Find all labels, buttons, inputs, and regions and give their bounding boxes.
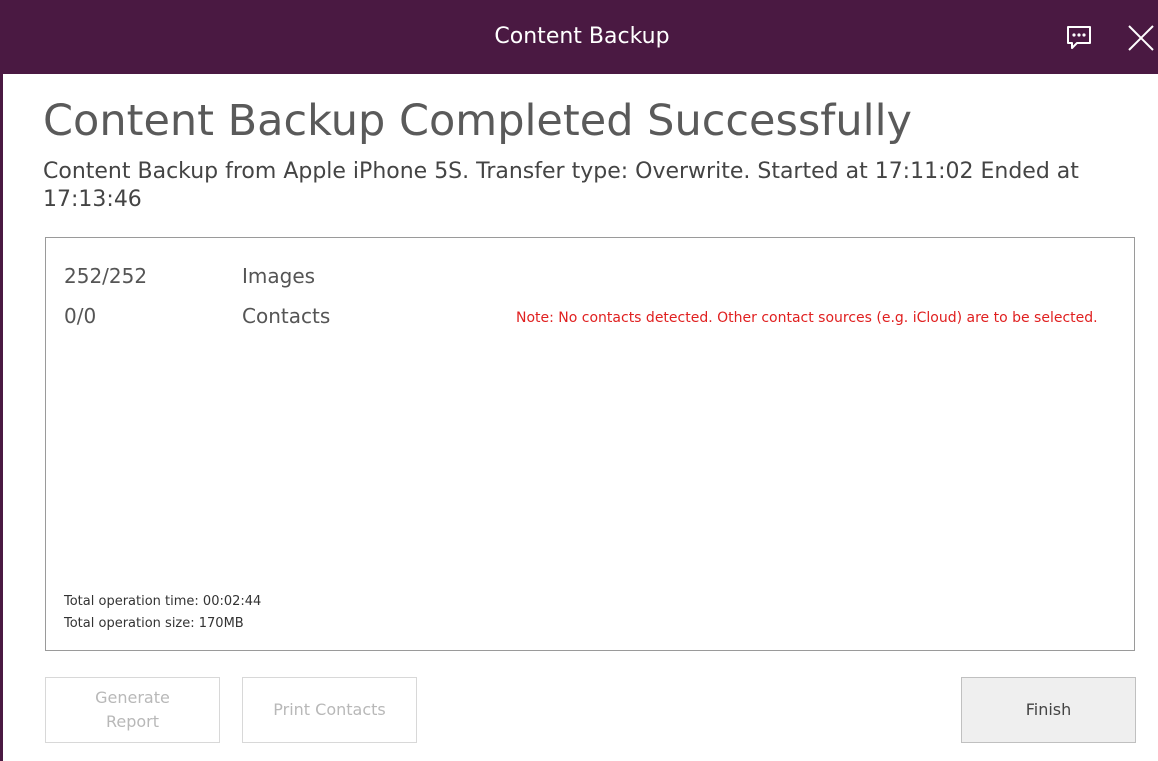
- operation-totals: Total operation time: 00:02:44 Total ope…: [64, 591, 261, 635]
- title-bar: Content Backup: [3, 0, 1158, 74]
- contacts-count: 0/0: [64, 304, 97, 328]
- close-button[interactable]: [1123, 22, 1157, 54]
- content-backup-window: Content Backup Content Backup Completed …: [0, 0, 1158, 761]
- chat-bubble-icon: [1067, 26, 1091, 49]
- generate-report-button[interactable]: Generate Report: [45, 677, 220, 743]
- close-icon: [1128, 25, 1154, 51]
- contacts-note: Note: No contacts detected. Other contac…: [516, 310, 1098, 326]
- results-panel: 252/252 Images 0/0 Contacts Note: No con…: [45, 237, 1135, 651]
- images-label: Images: [242, 264, 316, 288]
- window-title: Content Backup: [494, 24, 670, 49]
- images-count: 252/252: [64, 264, 148, 288]
- backup-summary: Content Backup from Apple iPhone 5S. Tra…: [43, 159, 1079, 212]
- total-size: Total operation size: 170MB: [64, 616, 244, 631]
- total-time: Total operation time: 00:02:44: [64, 594, 262, 609]
- page-title: Content Backup Completed Successfully: [43, 96, 912, 146]
- finish-button[interactable]: Finish: [961, 677, 1136, 743]
- print-contacts-button[interactable]: Print Contacts: [242, 677, 417, 743]
- generate-report-label-line2: Report: [105, 712, 160, 731]
- feedback-button[interactable]: [1063, 22, 1095, 52]
- contacts-label: Contacts: [242, 304, 331, 328]
- generate-report-label-line1: Generate: [95, 688, 170, 707]
